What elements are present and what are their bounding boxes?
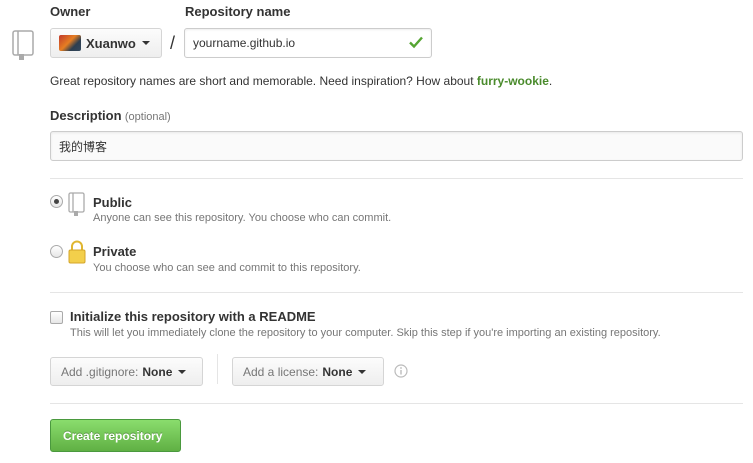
checkmark-icon xyxy=(409,35,423,52)
public-description: Anyone can see this repository. You choo… xyxy=(93,212,392,224)
owner-name: Xuanwo xyxy=(86,35,136,51)
readme-description: This will let you immediately clone the … xyxy=(70,327,661,339)
hint-suffix: . xyxy=(548,74,553,88)
gitignore-value: None xyxy=(142,364,173,379)
hint-text: Great repository names are short and mem… xyxy=(50,74,477,88)
repo-public-icon xyxy=(68,192,86,219)
readme-checkbox[interactable] xyxy=(50,311,63,324)
public-radio[interactable] xyxy=(50,195,63,208)
divider xyxy=(50,403,743,404)
private-radio[interactable] xyxy=(50,245,63,258)
lock-icon xyxy=(68,240,86,267)
license-select-button[interactable]: Add a license: None xyxy=(232,357,384,386)
repo-name-hint: Great repository names are short and mem… xyxy=(50,74,552,88)
owner-label: Owner xyxy=(50,4,91,19)
owner-select-button[interactable]: Xuanwo xyxy=(50,28,162,58)
divider xyxy=(50,292,743,293)
repo-name-value: yourname.github.io xyxy=(193,36,296,50)
description-label-row: Description (optional) xyxy=(50,108,171,123)
repo-name-label: Repository name xyxy=(185,4,291,19)
repo-name-input[interactable]: yourname.github.io xyxy=(184,28,432,58)
private-description: You choose who can see and commit to thi… xyxy=(93,262,361,274)
description-label: Description xyxy=(50,108,122,123)
vertical-divider xyxy=(217,354,218,384)
info-icon[interactable] xyxy=(394,364,408,381)
gitignore-prefix: Add .gitignore: xyxy=(61,364,139,379)
gitignore-select-button[interactable]: Add .gitignore: None xyxy=(50,357,203,386)
repo-icon xyxy=(11,30,35,63)
description-optional: (optional) xyxy=(124,111,171,123)
public-title[interactable]: Public xyxy=(93,195,132,210)
description-input[interactable]: 我的博客 xyxy=(50,131,743,161)
readme-title[interactable]: Initialize this repository with a README xyxy=(70,309,316,324)
private-title[interactable]: Private xyxy=(93,244,136,259)
suggestion-link[interactable]: furry-wookie xyxy=(477,74,549,88)
chevron-down-icon xyxy=(358,369,367,374)
chevron-down-icon xyxy=(141,41,150,45)
description-value: 我的博客 xyxy=(59,139,108,154)
chevron-down-icon xyxy=(178,369,187,374)
license-value: None xyxy=(322,364,353,379)
divider xyxy=(50,178,743,179)
create-repository-button[interactable]: Create repository xyxy=(50,419,181,452)
owner-repo-separator: / xyxy=(170,33,176,53)
owner-avatar xyxy=(59,35,81,51)
license-prefix: Add a license: xyxy=(243,364,319,379)
